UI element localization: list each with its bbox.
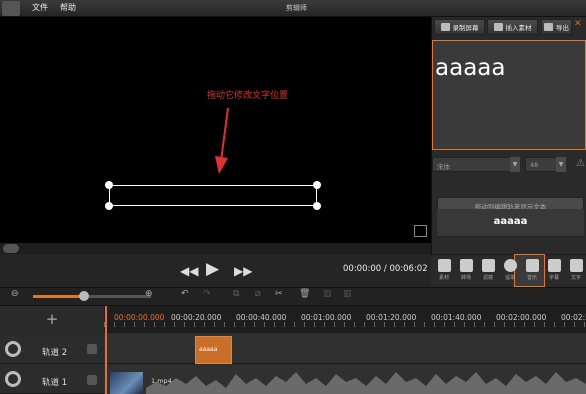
mask-icon	[503, 259, 517, 272]
menu-file[interactable]: 文件	[32, 2, 48, 13]
tool-music[interactable]: 音乐	[522, 259, 542, 281]
zoom-out-icon[interactable]: ⊖	[11, 289, 19, 299]
resize-handle-bottom-right[interactable]	[313, 202, 321, 210]
ruler-label: 00:02:00.000	[496, 313, 547, 322]
ruler-ticks	[104, 322, 586, 327]
text-brush-icon	[569, 259, 583, 272]
annotation-arrow	[215, 107, 229, 174]
font-select[interactable]: 宋体	[432, 157, 520, 172]
undo-icon[interactable]: ↶	[181, 289, 189, 299]
text-editor-value: aaaaa	[435, 55, 506, 81]
tab-export[interactable]: 导出	[541, 19, 572, 35]
playhead[interactable]	[105, 306, 107, 394]
delete-icon[interactable]: 🗑	[299, 289, 310, 299]
film-reel-icon	[544, 23, 553, 31]
filter-icon	[481, 259, 495, 272]
ruler-label: 00:01:20.000	[366, 313, 417, 322]
tool-text[interactable]: 文字	[566, 259, 586, 281]
resize-handle-top-left[interactable]	[105, 181, 113, 189]
lock-icon[interactable]	[87, 375, 97, 385]
cut-icon[interactable]: ✂	[275, 289, 283, 299]
text-clip[interactable]: aaaaa	[195, 336, 232, 364]
film-reel-icon	[5, 341, 21, 357]
record-screen-icon	[440, 23, 450, 31]
video-clip-thumbnail[interactable]	[110, 372, 143, 394]
chevron-down-icon[interactable]: ▼	[556, 157, 566, 172]
annotation-hint: 拖动它修改文字位置	[207, 91, 289, 101]
volume-icon[interactable]: ▥	[323, 289, 332, 299]
transition-icon	[459, 259, 473, 272]
caption-icon	[547, 259, 561, 272]
ruler-label: 00:00:20.000	[171, 313, 222, 322]
user-avatar-icon[interactable]	[2, 1, 20, 16]
resize-handle-bottom-left[interactable]	[105, 202, 113, 210]
film-reel-icon	[5, 371, 21, 387]
close-icon[interactable]: ✕	[574, 19, 582, 29]
warning-icon: ⚠	[576, 158, 585, 169]
ruler-label: 00:01:40.000	[431, 313, 482, 322]
text-position-box[interactable]	[109, 185, 317, 206]
camera-icon	[437, 259, 451, 272]
tab-insert-media[interactable]: 插入素材	[487, 19, 538, 35]
zoom-slider-knob[interactable]	[79, 291, 89, 301]
redo-icon[interactable]: ↷	[203, 289, 211, 299]
tool-mask[interactable]: 遥罩	[500, 259, 520, 281]
track-name: 轨道 1	[42, 378, 68, 388]
audio-waveform	[146, 372, 586, 394]
draggable-text-clip[interactable]: aaaaa	[437, 209, 584, 236]
forward-button[interactable]: ▶▶	[234, 264, 252, 278]
seek-bar[interactable]	[0, 243, 431, 254]
tool-caption[interactable]: 字幕	[544, 259, 564, 281]
snapshot-icon[interactable]	[414, 225, 427, 237]
video-clip-name: 1.mp4	[151, 377, 172, 385]
tool-transition[interactable]: 转场	[456, 259, 476, 281]
play-button[interactable]: ▶	[206, 259, 219, 279]
track-name: 轨道 2	[42, 348, 68, 358]
track-lane-2[interactable]	[104, 334, 586, 364]
crop-icon[interactable]: ⧄	[255, 289, 261, 299]
ruler-label: 00:02:2	[561, 313, 586, 322]
audio-level-icon[interactable]: ▥	[343, 289, 352, 299]
tool-filter[interactable]: 滤镜	[478, 259, 498, 281]
ruler-label: 00:01:00.000	[301, 313, 352, 322]
tab-record-screen[interactable]: 录制屏幕	[434, 19, 485, 35]
menu-help[interactable]: 帮助	[60, 2, 76, 13]
zoom-slider-fill	[33, 295, 85, 298]
split-icon[interactable]: ⧉	[233, 289, 239, 299]
camera-icon	[493, 23, 503, 31]
ruler-label: 00:00:40.000	[236, 313, 287, 322]
resize-handle-top-right[interactable]	[313, 181, 321, 189]
ruler-label: 00:00:00.000	[114, 313, 165, 322]
rewind-button[interactable]: ◀◀	[180, 264, 198, 278]
app-title: 剪辑师	[286, 4, 307, 12]
music-icon	[525, 259, 539, 272]
zoom-in-icon[interactable]: ⊕	[145, 289, 153, 299]
timecode: 00:00:00 / 00:06:02	[343, 264, 428, 274]
lock-icon[interactable]	[87, 344, 97, 354]
tool-media[interactable]: 素材	[434, 259, 454, 281]
add-track-button[interactable]: +	[0, 306, 104, 333]
seek-knob[interactable]	[3, 244, 19, 253]
chevron-down-icon[interactable]: ▼	[510, 157, 520, 172]
